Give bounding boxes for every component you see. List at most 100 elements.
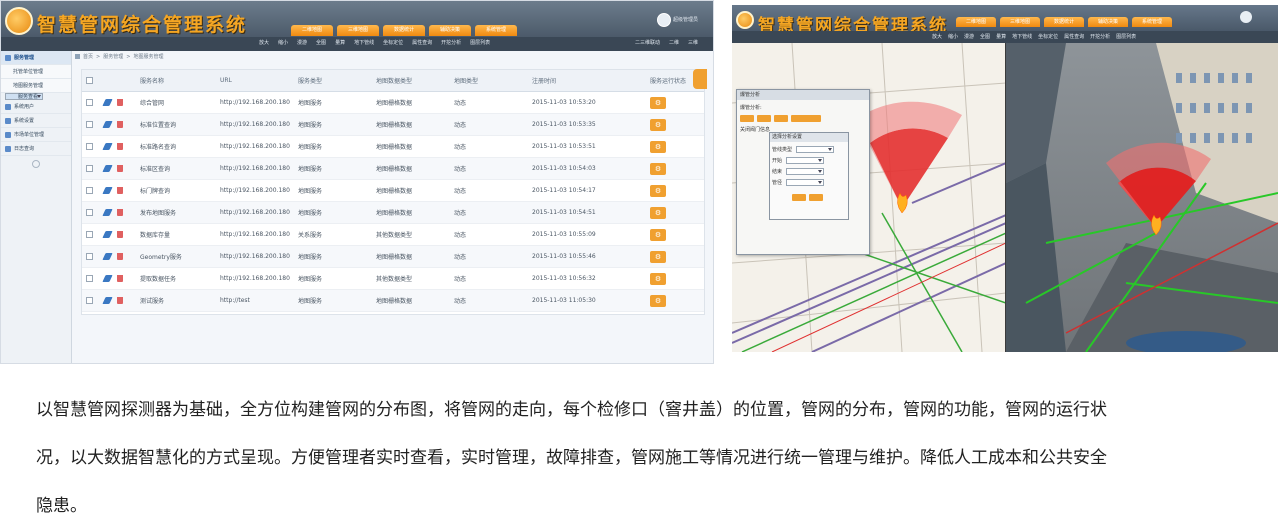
settings-gear-button[interactable]: ⚙ — [650, 294, 666, 307]
tool-linked-view[interactable]: 二三维联动 — [635, 39, 660, 46]
export-result-button[interactable] — [791, 115, 821, 122]
delete-icon[interactable] — [117, 253, 123, 260]
tool-3d[interactable]: 三维 — [688, 39, 698, 46]
delete-icon[interactable] — [117, 187, 123, 194]
user-avatar-icon-right[interactable] — [1240, 11, 1252, 23]
map-2d-view[interactable]: 爆管分析 爆管分析: 关闭阀门信息 选择分析设置 管线类型 开始 结束 管径 — [732, 43, 1006, 352]
tool-excavation[interactable]: 开挖分析 — [441, 39, 461, 46]
sidebar-item-service-view[interactable]: 服务查看 — [5, 93, 43, 100]
table-row[interactable]: 标门牌查询 http://192.168.200.180 地图服务 地图栅格数据 动态 2… — [82, 180, 704, 202]
table-row[interactable]: 标准位置查询 http://192.168.200.180 地图服务 地图栅格数据 动态… — [82, 114, 704, 136]
tool-zoom-in-right[interactable]: 放大 — [932, 33, 942, 40]
confirm-button[interactable] — [792, 194, 806, 201]
nav-tab-system[interactable]: 系统管理 — [475, 25, 517, 36]
col-service-name[interactable]: 服务名称 — [140, 76, 220, 85]
nav-tab-3d-map-right[interactable]: 三维地图 — [1000, 17, 1040, 27]
pipe-type-select[interactable] — [796, 146, 835, 153]
sidebar-item-settings[interactable]: 系统设置 — [1, 114, 71, 128]
delete-icon[interactable] — [117, 231, 123, 238]
edit-icon[interactable] — [102, 143, 113, 150]
edit-icon[interactable] — [102, 187, 113, 194]
settings-gear-button[interactable]: ⚙ — [650, 96, 666, 109]
row-checkbox[interactable] — [86, 143, 93, 150]
cancel-button[interactable] — [809, 194, 823, 201]
tool-measure[interactable]: 量算 — [335, 39, 345, 46]
settings-gear-button[interactable]: ⚙ — [650, 206, 666, 219]
settings-gear-button[interactable]: ⚙ — [650, 118, 666, 131]
tool-measure-right[interactable]: 量算 — [996, 33, 1006, 40]
tool-pan-right[interactable]: 漫游 — [964, 33, 974, 40]
edit-icon[interactable] — [102, 99, 113, 106]
row-checkbox[interactable] — [86, 121, 93, 128]
edit-icon[interactable] — [102, 231, 113, 238]
table-row[interactable]: 综合管网 http://192.168.200.180 地图服务 地图栅格数据 动态 20… — [82, 92, 704, 114]
row-checkbox[interactable] — [86, 253, 93, 260]
settings-gear-button[interactable]: ⚙ — [650, 272, 666, 285]
tool-layer-list[interactable]: 图层列表 — [470, 39, 490, 46]
row-checkbox[interactable] — [86, 231, 93, 238]
edit-icon[interactable] — [102, 209, 113, 216]
row-checkbox[interactable] — [86, 275, 93, 282]
tool-2d[interactable]: 二维 — [669, 39, 679, 46]
nav-tab-2d-map[interactable]: 二维地图 — [291, 25, 333, 36]
row-checkbox[interactable] — [86, 99, 93, 106]
tool-excavation-right[interactable]: 开挖分析 — [1090, 33, 1110, 40]
delete-icon[interactable] — [117, 209, 123, 216]
edit-icon[interactable] — [102, 253, 113, 260]
tool-attr-query[interactable]: 属性查询 — [412, 39, 432, 46]
analyze-button[interactable] — [757, 115, 771, 122]
tool-pipeline[interactable]: 地下管线 — [354, 39, 374, 46]
table-row[interactable]: 标准路名查询 http://192.168.200.180 地图服务 地图栅格数据 动态… — [82, 136, 704, 158]
table-row[interactable]: 数据库存量 http://192.168.200.180 关系服务 其他数据类型 动态 2… — [82, 224, 704, 246]
sidebar-item-logs[interactable]: 日志查询 — [1, 142, 71, 156]
diameter-select[interactable] — [786, 179, 825, 186]
tool-locate[interactable]: 坐标定位 — [383, 39, 403, 46]
edit-icon[interactable] — [102, 121, 113, 128]
table-row[interactable]: 发布地图服务 http://192.168.200.180 地图服务 地图栅格数据 动态… — [82, 202, 704, 224]
col-service-type[interactable]: 服务类型 — [298, 76, 376, 85]
delete-icon[interactable] — [117, 143, 123, 150]
sidebar-item-hosting-unit[interactable]: 托管单位管理 — [1, 65, 71, 79]
table-row[interactable]: 标准区查询 http://192.168.200.180 地图服务 地图栅格数据 动态 2… — [82, 158, 704, 180]
edit-icon[interactable] — [102, 165, 113, 172]
nav-tab-2d-map-right[interactable]: 二维地图 — [956, 17, 996, 27]
tool-pan[interactable]: 漫游 — [297, 39, 307, 46]
col-data-type[interactable]: 地图数据类型 — [376, 76, 454, 85]
edit-icon[interactable] — [102, 275, 113, 282]
breadcrumb-service[interactable]: 服务管理 — [103, 53, 123, 60]
start-select[interactable] — [786, 157, 825, 164]
delete-icon[interactable] — [117, 99, 123, 106]
delete-icon[interactable] — [117, 297, 123, 304]
col-register-time[interactable]: 注册时间 — [532, 76, 650, 85]
col-map-type[interactable]: 地图类型 — [454, 76, 532, 85]
table-row[interactable]: 测试服务 http://test 地图服务 地图栅格数据 动态 2015-11-03 11… — [82, 290, 704, 312]
delete-icon[interactable] — [117, 121, 123, 128]
tool-zoom-in[interactable]: 放大 — [259, 39, 269, 46]
nav-tab-decision[interactable]: 辅助决策 — [429, 25, 471, 36]
tool-zoom-out-right[interactable]: 缩小 — [948, 33, 958, 40]
user-avatar-icon[interactable] — [657, 13, 671, 27]
settings-gear-button[interactable]: ⚙ — [650, 184, 666, 197]
row-checkbox[interactable] — [86, 209, 93, 216]
row-checkbox[interactable] — [86, 187, 93, 194]
map-3d-view[interactable] — [1006, 43, 1278, 352]
table-row[interactable]: 提取数据任务 http://192.168.200.180 地图服务 其他数据类型 动态… — [82, 268, 704, 290]
tool-layer-list-right[interactable]: 图层列表 — [1116, 33, 1136, 40]
settings-gear-button[interactable]: ⚙ — [650, 162, 666, 175]
row-checkbox[interactable] — [86, 165, 93, 172]
table-row[interactable]: Geometry服务 http://192.168.200.180 地图服务 地图栅格… — [82, 246, 704, 268]
settings-gear-button[interactable]: ⚙ — [650, 140, 666, 153]
settings-gear-button[interactable]: ⚙ — [650, 250, 666, 263]
tool-zoom-out[interactable]: 缩小 — [278, 39, 288, 46]
tool-pipeline-right[interactable]: 地下管线 — [1012, 33, 1032, 40]
nav-tab-3d-map[interactable]: 三维地图 — [337, 25, 379, 36]
select-all-checkbox[interactable] — [86, 77, 93, 84]
home-icon[interactable] — [75, 54, 80, 59]
sidebar-item-market-unit[interactable]: 市场单位管理 — [1, 128, 71, 142]
pick-point-button[interactable] — [740, 115, 754, 122]
tool-locate-right[interactable]: 坐标定位 — [1038, 33, 1058, 40]
sidebar-item-service-mgmt[interactable]: 服务管理 — [1, 51, 71, 65]
panel-toggle-button[interactable] — [693, 69, 707, 89]
nav-tab-statistics-right[interactable]: 数据统计 — [1044, 17, 1084, 27]
tool-attr-query-right[interactable]: 属性查询 — [1064, 33, 1084, 40]
